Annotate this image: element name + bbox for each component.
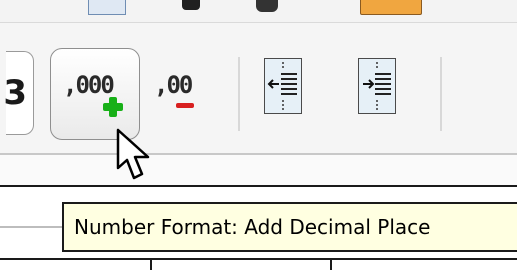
add-decimal-place-button[interactable]: ,000 [50,48,140,140]
decrease-indent-button[interactable] [264,58,302,114]
delete-decimal-place-button[interactable]: ,00 [150,48,216,140]
grid-line [0,226,62,228]
toolbar-icon[interactable] [256,0,278,12]
mouse-pointer-icon [116,128,150,180]
column-divider[interactable] [150,258,152,270]
increase-indent-icon [363,62,391,110]
number-format-button[interactable]: 3 [3,51,34,135]
grid-line [0,258,517,260]
toolbar-icon[interactable] [182,0,200,10]
sheet-top-border [0,185,517,187]
tooltip: Number Format: Add Decimal Place [62,202,517,252]
decrease-indent-icon [267,62,297,110]
remove-decimal-glyph: ,00 [154,71,193,99]
column-divider[interactable] [330,258,332,270]
formatting-toolbar: 3 ,000 ,00 [0,23,517,153]
toolbar-separator [440,57,442,131]
add-decimal-glyph: ,000 [63,71,115,99]
formula-bar-area [0,155,517,185]
document-icon[interactable] [88,0,126,15]
toolbar-icon[interactable] [360,0,422,15]
increase-indent-button[interactable] [358,58,396,114]
toolbar-separator [238,57,240,131]
minus-icon [176,103,194,108]
tooltip-text: Number Format: Add Decimal Place [74,215,431,239]
top-toolbar-strip [0,0,517,22]
number-format-glyph: 3 [3,73,27,113]
